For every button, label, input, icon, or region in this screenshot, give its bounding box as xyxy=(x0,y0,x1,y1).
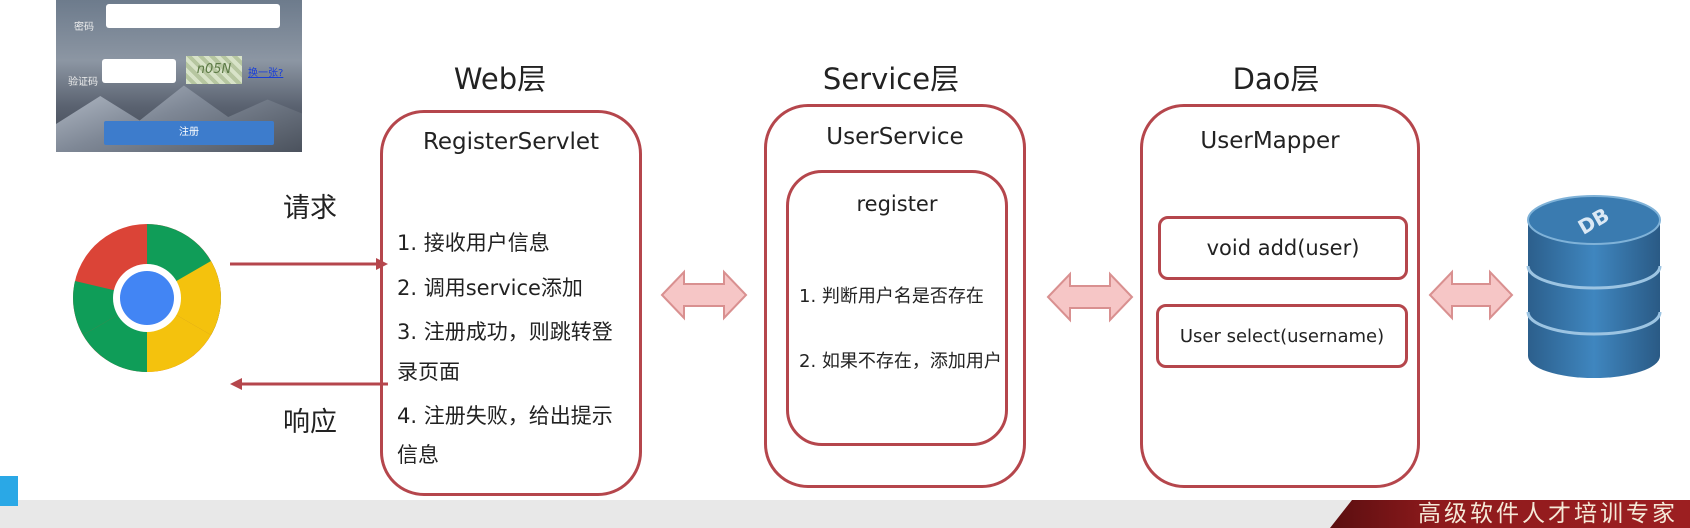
dao-layer-title: Dao层 xyxy=(1232,62,1320,96)
register-button[interactable]: 注册 xyxy=(104,121,274,145)
web-step-3-cont: 录页面 xyxy=(397,360,460,384)
response-label: 响应 xyxy=(283,407,337,438)
database-icon: DB xyxy=(1526,195,1662,378)
captcha-image: n05N xyxy=(186,56,242,84)
user-mapper-name: UserMapper xyxy=(1200,128,1340,154)
brand-slogan: 高级软件人才培训专家 xyxy=(1418,501,1678,527)
refresh-captcha-link[interactable]: 换一张? xyxy=(248,64,283,79)
dao-layer-box xyxy=(1140,104,1420,488)
user-service-name: UserService xyxy=(826,124,964,150)
select-method-label: User select(username) xyxy=(1179,325,1385,347)
service-dao-double-arrow xyxy=(1046,271,1134,323)
service-step-1: 1. 判断用户名是否存在 xyxy=(799,286,984,307)
web-step-2: 2. 调用service添加 xyxy=(397,276,583,300)
web-layer-title: Web层 xyxy=(453,62,547,96)
add-method-label: void add(user) xyxy=(1206,236,1360,260)
web-step-4-cont: 信息 xyxy=(397,443,439,467)
password-label: 密码 xyxy=(74,22,94,33)
request-response-arrows xyxy=(230,258,388,390)
register-method-name: register xyxy=(856,192,938,216)
web-service-double-arrow xyxy=(660,269,748,321)
dao-db-double-arrow xyxy=(1428,269,1514,321)
corner-tab xyxy=(0,476,18,506)
captcha-label: 验证码 xyxy=(68,77,98,88)
add-method-box: void add(user) xyxy=(1158,216,1408,280)
captcha-field[interactable] xyxy=(102,59,176,83)
service-layer-title: Service层 xyxy=(822,62,960,96)
web-step-3: 3. 注册成功，则跳转登 xyxy=(397,320,613,344)
web-step-1: 1. 接收用户信息 xyxy=(397,231,550,255)
web-step-4: 4. 注册失败，给出提示 xyxy=(397,404,613,428)
register-page-thumbnail: 密码 验证码 n05N 换一张? 注册 xyxy=(56,0,302,152)
register-servlet-name: RegisterServlet xyxy=(422,129,600,155)
select-method-box: User select(username) xyxy=(1156,304,1408,368)
password-field[interactable] xyxy=(106,4,280,28)
request-label: 请求 xyxy=(283,193,337,224)
service-step-2: 2. 如果不存在，添加用户 xyxy=(799,351,1002,372)
brand-banner: 高级软件人才培训专家 xyxy=(1330,500,1690,528)
chrome-browser-icon xyxy=(73,224,221,372)
